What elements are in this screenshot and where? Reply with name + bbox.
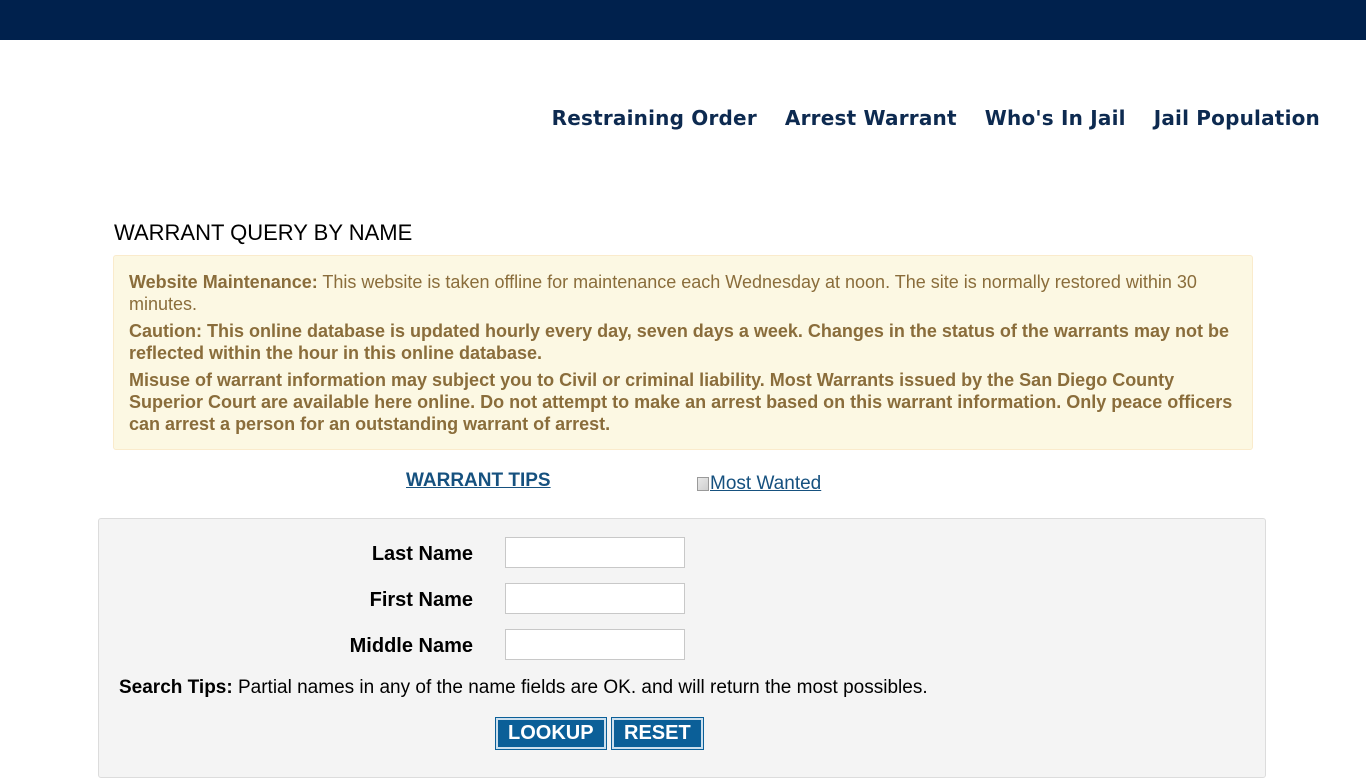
main-nav: Restraining Order Arrest Warrant Who's I… [552,106,1320,130]
first-name-input[interactable] [505,583,685,614]
nav-whos-in-jail[interactable]: Who's In Jail [985,106,1126,130]
search-tips-label: Search Tips: [119,677,233,698]
notice-misuse-text: Misuse of warrant information may subjec… [129,370,1233,434]
search-form: Last Name First Name Middle Name Search … [98,518,1266,778]
lookup-button[interactable]: LOOKUP [495,717,607,750]
top-banner-bar [0,0,1366,40]
notice-maintenance-label: Website Maintenance: [129,272,318,292]
reset-button[interactable]: RESET [611,717,704,750]
middle-name-label: Middle Name [349,635,473,657]
notice-maintenance: Website Maintenance: This website is tak… [129,271,1237,315]
search-tips-text: Partial names in any of the name fields … [232,677,928,698]
first-name-label: First Name [369,589,473,611]
last-name-label: Last Name [371,543,473,565]
notice-misuse: Misuse of warrant information may subjec… [129,369,1237,435]
nav-restraining-order[interactable]: Restraining Order [552,106,757,130]
broken-image-icon [697,477,709,491]
links-row: WARRANT TIPS Most Wanted [0,470,1366,500]
middle-name-input[interactable] [505,629,685,660]
most-wanted-alt-text: Most Wanted [710,473,822,494]
page-title: WARRANT QUERY BY NAME [114,220,413,245]
most-wanted-link[interactable]: Most Wanted [697,473,821,495]
notice-caution-text: Caution: This online database is updated… [129,321,1229,363]
nav-arrest-warrant[interactable]: Arrest Warrant [785,106,957,130]
warrant-tips-link[interactable]: WARRANT TIPS [406,470,551,492]
search-tips: Search Tips: Partial names in any of the… [119,677,928,699]
nav-jail-population[interactable]: Jail Population [1154,106,1320,130]
maintenance-notice: Website Maintenance: This website is tak… [113,255,1253,450]
last-name-input[interactable] [505,537,685,568]
notice-caution: Caution: This online database is updated… [129,320,1237,364]
